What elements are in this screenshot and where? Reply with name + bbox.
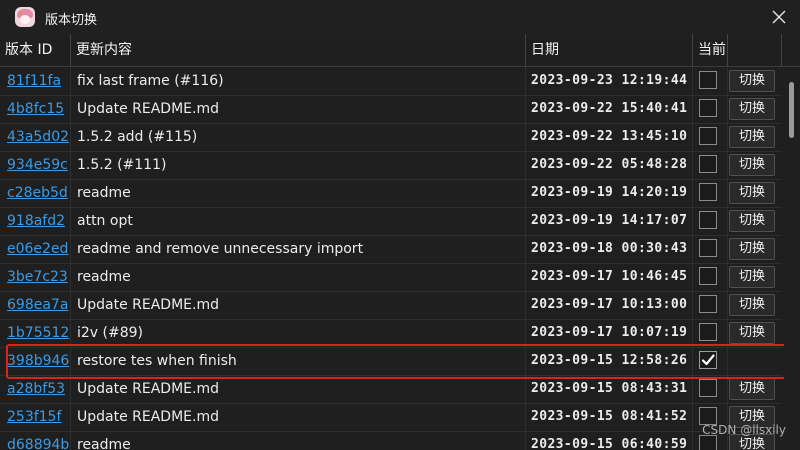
table-row: 253f15f Update README.md 2023-09-15 08:41:… xyxy=(0,403,782,432)
commit-date: 2023-09-19 14:20:19 xyxy=(531,185,688,200)
version-id-link[interactable]: 253f15f xyxy=(7,403,61,431)
table-row: 3be7c23 readme 2023-09-17 10:46:45 切换 xyxy=(0,263,782,292)
version-id-link[interactable]: 3be7c23 xyxy=(7,263,68,291)
version-id-link[interactable]: d68894b xyxy=(7,431,69,450)
current-checkbox[interactable] xyxy=(699,183,717,201)
commit-message: readme xyxy=(77,185,131,201)
table-row: a28bf53 Update README.md 2023-09-15 08:43:… xyxy=(0,375,782,404)
table-row: 398b946 restore tes when finish 2023-09-15… xyxy=(0,347,782,376)
header-version-id[interactable]: 版本 ID xyxy=(0,34,70,66)
checkmark-icon xyxy=(701,354,715,366)
commit-message: Update README.md xyxy=(77,409,219,425)
version-id-link[interactable]: 43a5d02 xyxy=(7,123,69,151)
current-checkbox[interactable] xyxy=(699,99,717,117)
commit-date: 2023-09-22 05:48:28 xyxy=(531,157,688,172)
title-bar: 版本切换 xyxy=(0,0,800,35)
close-icon[interactable] xyxy=(768,6,790,28)
version-id-link[interactable]: 1b75512 xyxy=(7,319,69,347)
commit-date: 2023-09-22 13:45:10 xyxy=(531,129,688,144)
switch-button[interactable]: 切换 xyxy=(729,294,775,316)
commit-date: 2023-09-15 12:58:26 xyxy=(531,353,688,368)
switch-button[interactable]: 切换 xyxy=(729,210,775,232)
current-checkbox[interactable] xyxy=(699,295,717,313)
table-row: d68894b readme 2023-09-15 06:40:59 切换 xyxy=(0,431,782,450)
watermark: CSDN @llsxily xyxy=(702,423,786,437)
switch-button[interactable]: 切换 xyxy=(729,126,775,148)
commit-message: fix last frame (#116) xyxy=(77,73,224,89)
header-current[interactable]: 当前 xyxy=(693,34,728,66)
commit-date: 2023-09-17 10:13:00 xyxy=(531,297,688,312)
table-row: e06e2ed readme and remove unnecessary imp… xyxy=(0,235,782,264)
table-row: 43a5d02 1.5.2 add (#115) 2023-09-22 13:45:… xyxy=(0,123,782,152)
header-content[interactable]: 更新内容 xyxy=(71,34,525,66)
commit-message: 1.5.2 (#111) xyxy=(77,157,167,173)
commit-message: 1.5.2 add (#115) xyxy=(77,129,198,145)
commit-message: i2v (#89) xyxy=(77,325,144,341)
commit-date: 2023-09-22 15:40:41 xyxy=(531,101,688,116)
version-id-link[interactable]: 698ea7a xyxy=(7,291,68,319)
current-checkbox[interactable] xyxy=(699,323,717,341)
version-list: 81f11fa fix last frame (#116) 2023-09-23 1… xyxy=(0,67,782,450)
version-id-link[interactable]: 81f11fa xyxy=(7,67,61,95)
current-checkbox[interactable] xyxy=(699,267,717,285)
current-checkbox[interactable] xyxy=(699,155,717,173)
version-id-link[interactable]: a28bf53 xyxy=(7,375,65,403)
commit-message: attn opt xyxy=(77,213,133,229)
current-checkbox[interactable] xyxy=(699,435,717,450)
commit-date: 2023-09-15 06:40:59 xyxy=(531,437,688,450)
column-headers: 版本 ID 更新内容 日期 当前 xyxy=(0,34,800,67)
commit-date: 2023-09-15 08:43:31 xyxy=(531,381,688,396)
commit-date: 2023-09-18 00:30:43 xyxy=(531,241,688,256)
table-row: 81f11fa fix last frame (#116) 2023-09-23 1… xyxy=(0,67,782,96)
switch-button[interactable]: 切换 xyxy=(729,322,775,344)
commit-date: 2023-09-23 12:19:44 xyxy=(531,73,688,88)
version-id-link[interactable]: 398b946 xyxy=(7,347,69,375)
current-checkbox[interactable] xyxy=(699,127,717,145)
commit-date: 2023-09-17 10:07:19 xyxy=(531,325,688,340)
switch-button[interactable]: 切换 xyxy=(729,154,775,176)
commit-date: 2023-09-19 14:17:07 xyxy=(531,213,688,228)
app-icon xyxy=(15,7,35,27)
commit-message: Update README.md xyxy=(77,101,219,117)
table-row: 1b75512 i2v (#89) 2023-09-17 10:07:19 切换 xyxy=(0,319,782,348)
current-checkbox[interactable] xyxy=(699,379,717,397)
window-title: 版本切换 xyxy=(45,13,98,28)
commit-date: 2023-09-17 10:46:45 xyxy=(531,269,688,284)
commit-message: readme xyxy=(77,269,131,285)
table-row: 934e59c 1.5.2 (#111) 2023-09-22 05:48:28 切换 xyxy=(0,151,782,180)
switch-button[interactable]: 切换 xyxy=(729,70,775,92)
scrollbar-thumb[interactable] xyxy=(789,82,794,138)
table-row: 4b8fc15 Update README.md 2023-09-22 15:40:… xyxy=(0,95,782,124)
switch-button[interactable]: 切换 xyxy=(729,182,775,204)
commit-date: 2023-09-15 08:41:52 xyxy=(531,409,688,424)
table-row: 918afd2 attn opt 2023-09-19 14:17:07 切换 xyxy=(0,207,782,236)
commit-message: readme xyxy=(77,437,131,450)
version-id-link[interactable]: e06e2ed xyxy=(7,235,68,263)
table-row: 698ea7a Update README.md 2023-09-17 10:13:… xyxy=(0,291,782,320)
commit-message: restore tes when finish xyxy=(77,353,237,369)
switch-button[interactable]: 切换 xyxy=(729,238,775,260)
current-checkbox[interactable] xyxy=(699,239,717,257)
commit-message: Update README.md xyxy=(77,381,219,397)
table-row: c28eb5d readme 2023-09-19 14:20:19 切换 xyxy=(0,179,782,208)
current-checkbox[interactable] xyxy=(699,351,717,369)
switch-button[interactable]: 切换 xyxy=(729,378,775,400)
current-checkbox[interactable] xyxy=(699,211,717,229)
version-id-link[interactable]: 4b8fc15 xyxy=(7,95,64,123)
version-id-link[interactable]: 934e59c xyxy=(7,151,68,179)
version-id-link[interactable]: c28eb5d xyxy=(7,179,68,207)
commit-message: readme and remove unnecessary import xyxy=(77,241,364,257)
switch-button[interactable]: 切换 xyxy=(729,98,775,120)
header-date[interactable]: 日期 xyxy=(526,34,692,66)
switch-button[interactable]: 切换 xyxy=(729,266,775,288)
commit-message: Update README.md xyxy=(77,297,219,313)
version-id-link[interactable]: 918afd2 xyxy=(7,207,65,235)
current-checkbox[interactable] xyxy=(699,71,717,89)
